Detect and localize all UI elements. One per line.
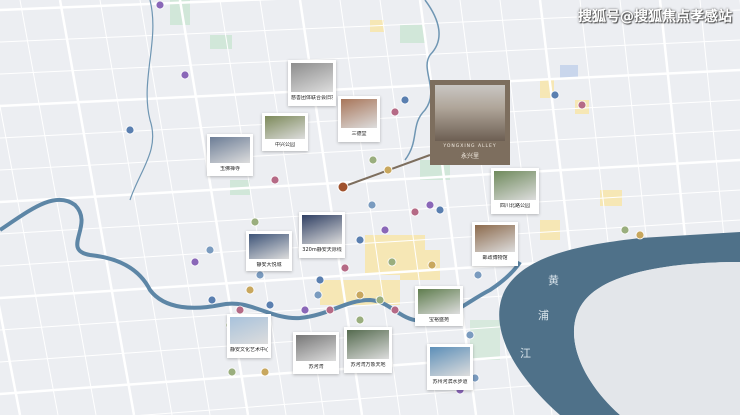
poi-marker[interactable] — [367, 200, 377, 210]
poi-marker[interactable] — [325, 305, 335, 315]
poi-marker[interactable] — [227, 367, 237, 377]
landmark-card[interactable]: 宝裕盛苑 — [415, 286, 463, 326]
poi-marker[interactable] — [313, 290, 323, 300]
map-block — [470, 320, 500, 360]
landmark-label: 邮政博物馆 — [482, 255, 508, 262]
poi-marker[interactable] — [427, 260, 437, 270]
landmark-photo — [249, 234, 289, 259]
poi-marker[interactable] — [425, 200, 435, 210]
poi-marker[interactable] — [577, 100, 587, 110]
landmark-photo — [430, 347, 470, 376]
map-block — [210, 35, 232, 49]
poi-marker[interactable] — [315, 275, 325, 285]
project-photo — [435, 85, 505, 141]
landmark-photo — [418, 289, 460, 314]
landmark-photo — [494, 171, 536, 200]
poi-marker[interactable] — [410, 207, 420, 217]
landmark-card[interactable]: 苏河湾 — [293, 332, 339, 374]
poi-marker[interactable] — [368, 155, 378, 165]
project-name-en: YONGXING ALLEY — [443, 144, 497, 149]
poi-marker[interactable] — [245, 285, 255, 295]
poi-marker[interactable] — [473, 270, 483, 280]
landmark-card[interactable]: 静安大悦城 — [246, 231, 292, 271]
poi-marker[interactable] — [390, 107, 400, 117]
poi-marker[interactable] — [340, 263, 350, 273]
poi-marker[interactable] — [207, 295, 217, 305]
landmark-label: 四川北路公园 — [499, 202, 530, 209]
poi-marker[interactable] — [260, 367, 270, 377]
poi-marker[interactable] — [265, 300, 275, 310]
landmark-card[interactable]: 320m静安天际线 — [299, 212, 345, 258]
map-block — [400, 25, 425, 43]
landmark-card[interactable]: 三德堂 — [338, 96, 380, 142]
landmark-card[interactable]: 苏州河滨水步道 — [427, 344, 473, 390]
poi-marker[interactable] — [465, 330, 475, 340]
landmark-card[interactable]: 慈善团体联合会旧址 — [288, 60, 336, 106]
poi-marker[interactable] — [355, 315, 365, 325]
poi-marker[interactable] — [155, 0, 165, 10]
landmark-label: 苏河湾万象天地 — [350, 361, 386, 368]
poi-marker[interactable] — [635, 230, 645, 240]
landmark-label: 静安大悦城 — [256, 261, 282, 268]
river-label-pu: 浦 — [538, 309, 549, 322]
project-name-cn: 永兴里 — [460, 153, 479, 160]
poi-marker[interactable] — [250, 217, 260, 227]
poi-marker[interactable] — [270, 175, 280, 185]
poi-marker[interactable] — [620, 225, 630, 235]
poi-marker[interactable] — [400, 95, 410, 105]
landmark-label: 慈善团体联合会旧址 — [291, 94, 333, 101]
poi-marker[interactable] — [180, 70, 190, 80]
landmark-photo — [475, 225, 515, 253]
map-block — [540, 220, 560, 240]
poi-marker[interactable] — [380, 225, 390, 235]
landmark-label: 320m静安天际线 — [302, 246, 342, 253]
poi-marker[interactable] — [190, 257, 200, 267]
river-label-huang: 黄 — [548, 274, 559, 287]
landmark-label: 静安文化艺术中心 — [230, 347, 268, 354]
landmark-label: 苏河湾 — [308, 363, 324, 370]
poi-marker[interactable] — [205, 245, 215, 255]
landmark-photo — [347, 330, 389, 359]
poi-marker[interactable] — [390, 305, 400, 315]
poi-marker[interactable] — [375, 295, 385, 305]
project-card[interactable]: YONGXING ALLEY 永兴里 — [430, 80, 510, 165]
poi-marker[interactable] — [300, 305, 310, 315]
poi-marker[interactable] — [255, 270, 265, 280]
poi-marker[interactable] — [550, 90, 560, 100]
river-label-jiang: 江 — [520, 347, 531, 360]
poi-marker[interactable] — [125, 125, 135, 135]
landmark-card[interactable]: 四川北路公园 — [491, 168, 539, 214]
landmark-photo — [341, 99, 377, 128]
landmark-label: 三德堂 — [351, 130, 367, 137]
landmark-card[interactable]: 邮政博物馆 — [472, 222, 518, 266]
landmark-card[interactable]: 中兴公园 — [262, 113, 308, 151]
poi-marker[interactable] — [383, 165, 393, 175]
landmark-label: 苏州河滨水步道 — [432, 378, 468, 385]
landmark-photo — [291, 63, 333, 92]
landmark-card[interactable]: 苏河湾万象天地 — [344, 327, 392, 373]
landmark-card[interactable]: 静安文化艺术中心 — [227, 314, 271, 358]
landmark-label: 中兴公园 — [274, 142, 295, 149]
poi-marker[interactable] — [355, 290, 365, 300]
poi-marker[interactable] — [355, 235, 365, 245]
poi-marker[interactable] — [235, 305, 245, 315]
landmark-photo — [302, 215, 342, 244]
landmark-photo — [265, 116, 305, 140]
poi-marker[interactable] — [435, 205, 445, 215]
landmark-label: 玉佛禅寺 — [219, 165, 240, 172]
landmark-photo — [230, 317, 268, 345]
watermark: 搜狐号@搜狐焦点孝感站 — [578, 9, 732, 25]
project-location-marker — [337, 181, 349, 193]
landmark-card[interactable]: 玉佛禅寺 — [207, 134, 253, 176]
landmark-photo — [296, 335, 336, 361]
poi-marker[interactable] — [387, 257, 397, 267]
landmark-label: 宝裕盛苑 — [428, 316, 449, 323]
landmark-photo — [210, 137, 250, 163]
